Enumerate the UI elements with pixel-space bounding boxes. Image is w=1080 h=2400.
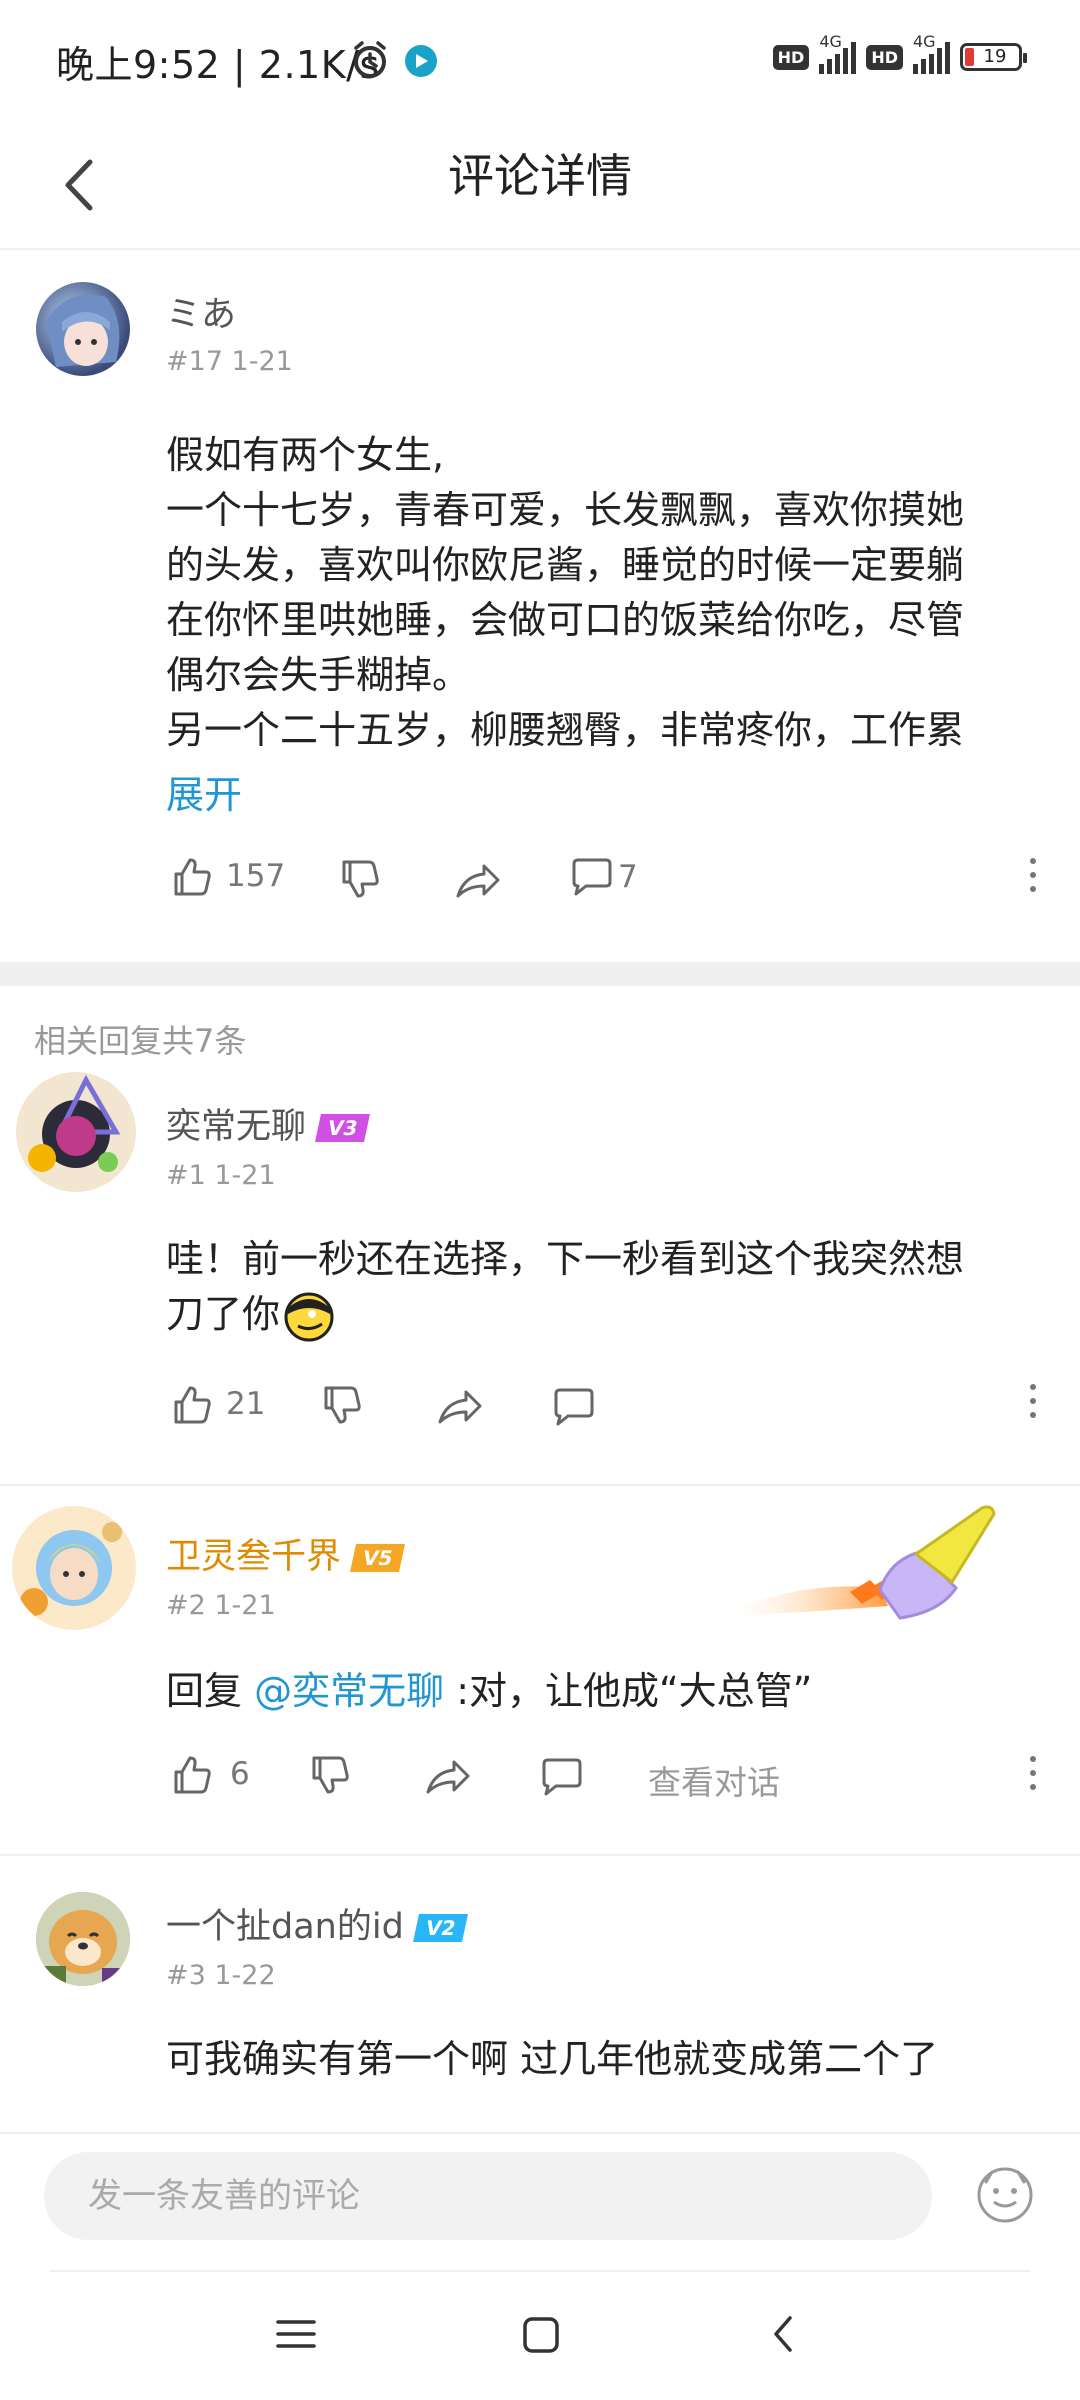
comment-icon[interactable]: [550, 1386, 596, 1428]
signal-icon: 4G: [819, 32, 857, 74]
thumb-up-icon: [174, 1386, 211, 1424]
comment-line: 的头发，喜欢叫你欧尼酱，睡觉的时候一定要躺: [166, 543, 965, 587]
reply-line: 哇！前一秒还在选择，下一秒看到这个我突然想: [166, 1237, 965, 1281]
reply-text: :对，让他成“大总管”: [444, 1669, 813, 1713]
comment-input[interactable]: [44, 2152, 932, 2240]
avatar-image: [28, 1074, 121, 1172]
level-badge: V5: [350, 1544, 406, 1572]
status-time-speed: 晚上9:52 | 2.1K/s: [56, 43, 380, 87]
smirk-emoji-icon: [284, 1292, 334, 1341]
network-type-2: 4G: [913, 32, 936, 51]
like-button[interactable]: 6: [170, 1752, 250, 1796]
battery-icon: 19: [960, 43, 1027, 71]
avatar[interactable]: [12, 1506, 136, 1630]
level-badge: V3: [315, 1114, 371, 1142]
comment-line: 另一个二十五岁，柳腰翘臀，非常疼你，工作累: [166, 708, 965, 752]
like-button[interactable]: 21: [170, 1382, 265, 1426]
divider: [0, 1484, 1080, 1486]
like-count: 157: [226, 858, 286, 894]
reply-count: 7: [618, 859, 638, 895]
mention-link[interactable]: @奕常无聊: [254, 1669, 444, 1713]
share-icon[interactable]: [454, 858, 502, 902]
battery-level: 19: [983, 46, 1007, 67]
avatar[interactable]: [36, 1892, 130, 1986]
reply-username-text: 奕常无聊: [166, 1107, 307, 1147]
comment-username[interactable]: ミあ: [166, 286, 236, 337]
thumb-down-icon[interactable]: [320, 1384, 364, 1428]
share-icon[interactable]: [424, 1754, 472, 1798]
expand-link[interactable]: 展开: [166, 768, 242, 823]
hd-badge-2: HD: [866, 44, 903, 70]
network-type: 4G: [819, 32, 842, 51]
level-badge: V2: [412, 1914, 469, 1942]
emoji-icon[interactable]: [976, 2166, 1034, 2224]
comment-meta: #17 1-21: [166, 346, 293, 377]
vip-brush-decoration-icon: [730, 1505, 996, 1620]
reply-username-text: 卫灵叁千界: [166, 1537, 342, 1577]
thumb-down-icon[interactable]: [338, 858, 382, 902]
reply-body: 哇！前一秒还在选择，下一秒看到这个我突然想 刀了你: [166, 1232, 1046, 1342]
status-bar: 晚上9:52 | 2.1K/s HD 4G HD 4G 19: [0, 0, 1080, 120]
more-icon[interactable]: [1030, 858, 1038, 898]
reply-button[interactable]: 7: [568, 856, 638, 898]
avatar[interactable]: [16, 1072, 136, 1192]
home-icon[interactable]: [522, 2316, 560, 2354]
menu-icon[interactable]: [276, 2314, 316, 2354]
reply-prefix: 回复: [166, 1669, 255, 1713]
like-count: 21: [226, 1386, 266, 1422]
alarm-icon: [354, 41, 386, 78]
replies-count-label: 相关回复共7条: [34, 1022, 247, 1060]
avatar[interactable]: [36, 282, 130, 376]
divider: [0, 1854, 1080, 1856]
thumb-down-icon[interactable]: [308, 1754, 352, 1798]
app-notification-icon: [405, 45, 437, 77]
avatar-image: [36, 1892, 130, 1986]
section-divider: [0, 962, 1080, 986]
comment-line: 一个十七岁，青春可爱，长发飘飘，喜欢你摸她: [166, 488, 965, 532]
nav-back-icon[interactable]: [768, 2314, 798, 2354]
page-title: 评论详情: [448, 149, 632, 203]
thumb-up-icon: [174, 1756, 211, 1794]
like-count: 6: [230, 1756, 250, 1792]
comment-icon: [572, 858, 612, 896]
comment-line: 在你怀里哄她睡，会做可口的饭菜给你吃，尽管: [166, 598, 965, 642]
reply-body: 回复 @奕常无聊 :对，让他成“大总管”: [166, 1664, 1046, 1719]
reply-meta: #2 1-21: [166, 1590, 276, 1621]
comment-body: 假如有两个女生, 一个十七岁，青春可爱，长发飘飘，喜欢你摸她 的头发，喜欢叫你欧…: [166, 428, 1046, 758]
comment-icon[interactable]: [538, 1756, 584, 1798]
comment-line: 偶尔会失手糊掉。: [166, 653, 471, 697]
hd-badge: HD: [772, 44, 810, 70]
more-icon[interactable]: [1030, 1384, 1038, 1424]
signal-icon-2: 4G: [913, 32, 950, 74]
share-icon[interactable]: [436, 1384, 484, 1428]
reply-meta: #1 1-21: [166, 1160, 276, 1191]
more-icon[interactable]: [1030, 1756, 1038, 1796]
status-indicators: HD 4G HD 4G 19: [772, 32, 1027, 74]
view-dialog-link[interactable]: 查看对话: [648, 1756, 780, 1804]
divider: [50, 2270, 1030, 2272]
reply-body: 可我确实有第一个啊 过几年他就变成第二个了: [166, 2037, 939, 2081]
avatar-image: [20, 1522, 122, 1616]
reply-meta: #3 1-22: [166, 1960, 276, 1991]
reply-username[interactable]: 卫灵叁千界 V5: [166, 1528, 406, 1579]
reply-username-text: 一个扯dan的id: [166, 1907, 404, 1947]
thumb-up-icon: [174, 858, 211, 896]
like-button[interactable]: 157: [170, 854, 285, 898]
reply-username[interactable]: 一个扯dan的id V2: [166, 1898, 469, 1949]
reply-username[interactable]: 奕常无聊 V3: [166, 1098, 371, 1149]
comment-line: 假如有两个女生,: [166, 433, 445, 477]
avatar-image: [46, 294, 120, 367]
reply-line: 刀了你: [166, 1292, 281, 1336]
